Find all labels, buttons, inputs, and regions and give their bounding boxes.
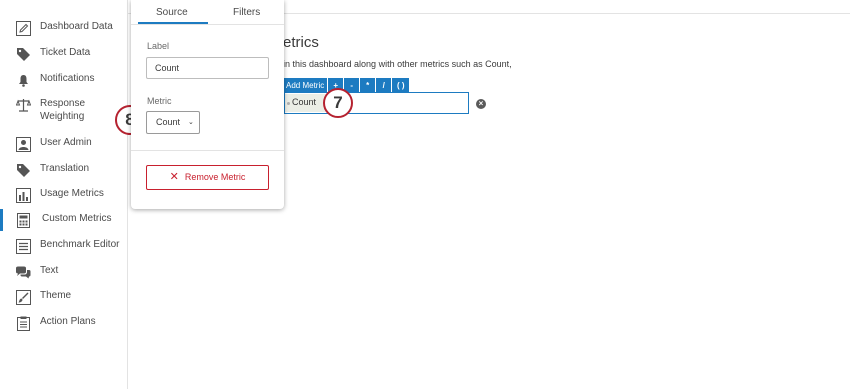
paint-brush-icon	[15, 289, 31, 305]
sidebar-item-label: Response Weighting	[40, 98, 86, 122]
sidebar-item-label: Notifications	[40, 73, 95, 84]
sidebar-item-label: Theme	[40, 290, 72, 301]
page-title: etrics	[283, 34, 319, 51]
tab-source[interactable]: Source	[156, 7, 188, 18]
tab-filters[interactable]: Filters	[233, 7, 260, 18]
user-icon	[15, 136, 31, 152]
list-icon	[15, 238, 31, 254]
pencil-icon	[15, 20, 31, 36]
popover-tabs: Source Filters	[131, 0, 284, 24]
sidebar-item-label: Action Plans	[40, 316, 96, 327]
bar-chart-icon	[15, 187, 31, 203]
label-field-caption: Label	[147, 41, 170, 51]
scale-icon	[15, 97, 31, 113]
sidebar-item-label: Custom Metrics	[42, 213, 112, 224]
clipboard-icon	[15, 315, 31, 331]
chevron-down-icon: ⌄	[188, 119, 194, 126]
close-icon: ✕	[169, 171, 179, 183]
sidebar-item-label: Dashboard Data	[40, 21, 113, 32]
metric-select[interactable]: Count ⌄	[146, 111, 200, 134]
sidebar-item-label: User Admin	[40, 137, 92, 148]
label-input[interactable]: Count	[146, 57, 269, 79]
speech-bubbles-icon	[15, 264, 31, 280]
sidebar: Dashboard Data Ticket Data Notifications…	[0, 0, 128, 389]
tag-icon	[15, 162, 31, 178]
formula-input[interactable]: Count	[284, 92, 469, 114]
sidebar-item-label: Text	[40, 265, 59, 276]
bell-icon	[15, 72, 31, 88]
tag-icon	[15, 46, 31, 62]
parentheses-operator-button[interactable]: ( )	[392, 78, 410, 93]
metric-field-caption: Metric	[147, 96, 172, 106]
remove-metric-label: Remove Metric	[184, 172, 246, 182]
popover-divider	[131, 150, 284, 151]
formula-token-label: Count	[292, 97, 317, 107]
sidebar-item-label: Ticket Data	[40, 47, 91, 58]
calculator-icon	[15, 212, 31, 228]
sidebar-item-label: Benchmark Editor	[40, 239, 120, 250]
sidebar-item-label: Usage Metrics	[40, 188, 104, 199]
sidebar-item-label: Translation	[40, 163, 90, 174]
add-metric-button[interactable]: Add Metric	[284, 78, 328, 93]
tabs-divider	[131, 24, 284, 25]
divide-operator-button[interactable]: /	[376, 78, 392, 93]
metric-select-value: Count	[156, 117, 181, 127]
multiply-operator-button[interactable]: *	[360, 78, 376, 93]
clear-circle-icon[interactable]: ×	[476, 99, 486, 109]
page-description: in this dashboard along with other metri…	[283, 59, 512, 69]
metric-popover: Source Filters Label Count Metric Count …	[131, 0, 284, 209]
remove-metric-button[interactable]: ✕ Remove Metric	[146, 165, 269, 190]
drag-handle-icon	[287, 102, 290, 105]
callout-step-seven: 7	[323, 88, 353, 118]
